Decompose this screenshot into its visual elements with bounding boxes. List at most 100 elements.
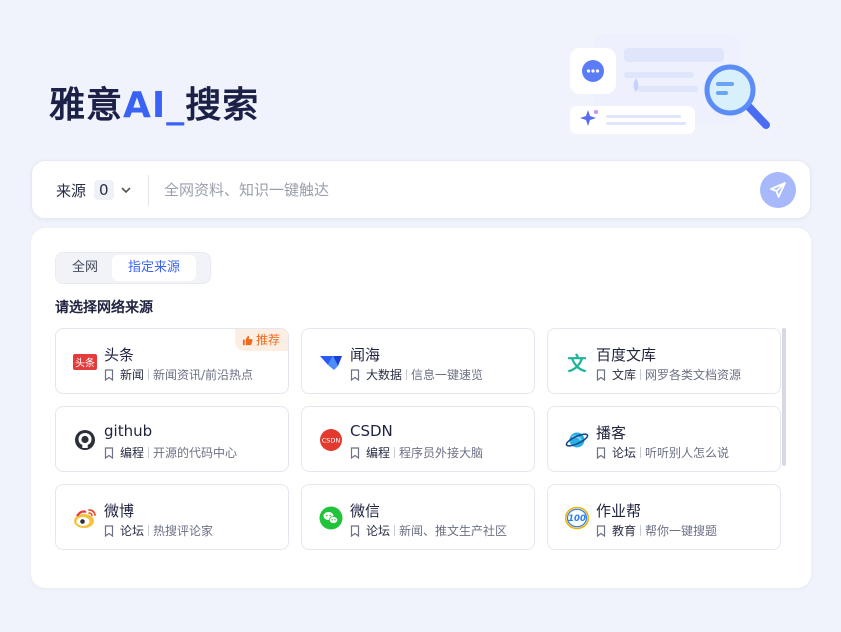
source-label[interactable]: 来源 [56, 180, 86, 201]
meta-divider [148, 369, 150, 380]
title-prefix: 雅意 [49, 85, 124, 126]
search-input[interactable] [164, 177, 744, 203]
bookmark-icon [596, 368, 606, 381]
badge-label: 推荐 [255, 333, 280, 347]
thumbs-up-icon [242, 335, 253, 345]
source-meta: 编程 开源的代码中心 [104, 444, 237, 461]
wenhai-logo-icon [320, 356, 342, 370]
source-name: 播客 [596, 424, 627, 442]
bookmark-icon [104, 446, 114, 459]
source-description: 信息一键速览 [411, 368, 484, 382]
source-name: 头条 [104, 346, 135, 364]
scrollbar[interactable] [782, 328, 786, 466]
wechat-logo-icon [319, 506, 343, 530]
source-category: 教育 [612, 524, 637, 538]
meta-divider [640, 525, 642, 536]
source-category: 新闻 [120, 368, 145, 382]
source-description: 听听别人怎么说 [645, 446, 730, 460]
toutiao-logo-text: 头条 [75, 357, 95, 370]
page-title: 雅意AI_搜索 [49, 76, 259, 128]
source-card-wechat[interactable]: 微信 论坛 新闻、推文生产社区 [301, 484, 535, 550]
tab-specified-source[interactable]: 指定来源 [112, 255, 197, 281]
source-meta: 编程 程序员外接大脑 [350, 444, 483, 461]
title-ai: AI [123, 85, 167, 126]
toutiao-logo-icon: 头条 [73, 354, 97, 370]
source-name: 百度文库 [596, 346, 657, 364]
source-category: 论坛 [366, 524, 391, 538]
source-card-weibo[interactable]: 微博 论坛 热搜评论家 [55, 484, 289, 550]
meta-divider [394, 447, 396, 458]
source-tabs: 全网 指定来源 [55, 252, 211, 284]
source-category: 论坛 [612, 446, 637, 460]
source-card-baidu-wenku[interactable]: 文 百度文库 文库 网罗各类文档资源 [547, 328, 781, 394]
source-name: github [104, 422, 153, 440]
podcast-planet-icon [565, 432, 589, 448]
zuoyebang-logo-text: 100 [568, 514, 586, 524]
github-logo-icon [75, 430, 95, 450]
source-description: 帮你一键搜题 [645, 524, 718, 538]
baidu-wenku-logo-icon: 文 [567, 352, 587, 374]
source-description: 新闻资讯/前沿热点 [153, 368, 254, 382]
wenku-logo-text: 文 [567, 352, 587, 374]
section-title: 请选择网络来源 [55, 300, 153, 316]
search-bar: 来源 0 [31, 160, 811, 219]
meta-divider [640, 447, 642, 458]
bookmark-icon [350, 368, 360, 381]
source-description: 开源的代码中心 [153, 446, 238, 460]
title-suffix: 搜索 [185, 85, 260, 126]
source-name: 微信 [350, 502, 381, 520]
source-grid: 头条 头条 新闻 新闻资讯/前沿热点 推荐 闻海 大数据 信息一键速览 文 百度文库 [55, 328, 781, 550]
meta-divider [148, 447, 150, 458]
csdn-logo-icon: CSDN [320, 429, 342, 451]
recommended-badge: 推荐 [234, 329, 288, 351]
search-illustration-icon [570, 34, 770, 134]
source-card-github[interactable]: github 编程 开源的代码中心 [55, 406, 289, 472]
source-category: 编程 [366, 446, 391, 460]
source-meta: 新闻 新闻资讯/前沿热点 [104, 366, 253, 383]
source-description: 程序员外接大脑 [399, 446, 484, 460]
source-name: 微博 [104, 502, 135, 520]
zuoyebang-logo-icon: 100 [565, 506, 589, 530]
divider [148, 175, 149, 206]
source-meta: 文库 网罗各类文档资源 [596, 366, 741, 383]
meta-divider [148, 525, 150, 536]
bookmark-icon [104, 368, 114, 381]
send-icon [770, 182, 786, 198]
source-card-wenhai[interactable]: 闻海 大数据 信息一键速览 [301, 328, 535, 394]
bookmark-icon [104, 524, 114, 537]
meta-divider [406, 369, 408, 380]
send-button[interactable] [760, 172, 796, 208]
source-category: 论坛 [120, 524, 145, 538]
bookmark-icon [596, 446, 606, 459]
title-underscore: _ [166, 85, 186, 126]
source-meta: 论坛 新闻、推文生产社区 [350, 522, 507, 539]
source-panel: 全网 指定来源 请选择网络来源 头条 头条 新闻 新闻资讯/前沿热点 推荐 闻海 … [31, 228, 811, 588]
csdn-logo-text: CSDN [322, 437, 341, 445]
source-meta: 论坛 听听别人怎么说 [596, 444, 729, 461]
bookmark-icon [350, 524, 360, 537]
source-meta: 大数据 信息一键速览 [350, 366, 483, 383]
source-meta: 教育 帮你一键搜题 [596, 522, 717, 539]
chevron-down-icon[interactable] [120, 184, 132, 196]
source-name: CSDN [350, 422, 393, 440]
tab-all-web[interactable]: 全网 [58, 255, 112, 281]
source-count-badge[interactable]: 0 [94, 180, 114, 200]
source-name: 作业帮 [596, 502, 642, 520]
source-card-zuoyebang[interactable]: 100 作业帮 教育 帮你一键搜题 [547, 484, 781, 550]
source-description: 新闻、推文生产社区 [399, 524, 508, 538]
weibo-logo-icon [74, 509, 96, 528]
source-card-csdn[interactable]: CSDN CSDN 编程 程序员外接大脑 [301, 406, 535, 472]
source-card-toutiao[interactable]: 头条 头条 新闻 新闻资讯/前沿热点 推荐 [55, 328, 289, 394]
source-name: 闻海 [350, 346, 381, 364]
source-description: 网罗各类文档资源 [645, 368, 742, 382]
source-category: 大数据 [366, 368, 403, 382]
source-card-podcast[interactable]: 播客 论坛 听听别人怎么说 [547, 406, 781, 472]
source-category: 编程 [120, 446, 145, 460]
source-meta: 论坛 热搜评论家 [104, 522, 213, 539]
source-description: 热搜评论家 [153, 524, 214, 538]
bookmark-icon [596, 524, 606, 537]
bookmark-icon [350, 446, 360, 459]
meta-divider [394, 525, 396, 536]
source-category: 文库 [612, 368, 637, 382]
meta-divider [640, 369, 642, 380]
